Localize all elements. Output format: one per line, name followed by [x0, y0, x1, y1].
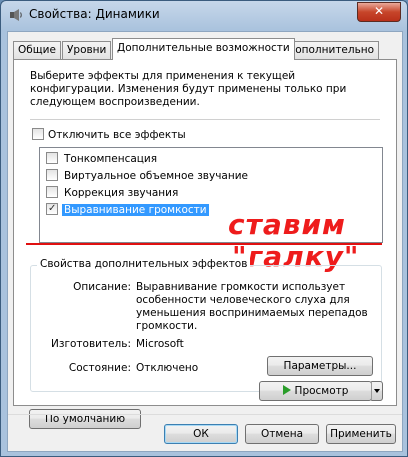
- apply-button[interactable]: Применить: [326, 424, 396, 444]
- dialog-client-area: Общие Уровни Дополнительные возможности …: [7, 31, 403, 452]
- list-item-label: Коррекция звучания: [64, 187, 179, 199]
- effect-item-room-correction[interactable]: Коррекция звучания: [46, 186, 180, 201]
- description-label: Описание:: [73, 281, 131, 293]
- effect-properties-group: Свойства дополнительных эффектов Описани…: [30, 258, 382, 392]
- preview-dropdown-arrow[interactable]: [371, 381, 383, 401]
- group-title: Свойства дополнительных эффектов: [37, 258, 251, 270]
- effect-item-virtual-surround[interactable]: Виртуальное объемное звучание: [46, 169, 250, 184]
- preview-button[interactable]: Просмотр: [259, 381, 372, 401]
- state-label: Состояние:: [68, 362, 131, 374]
- manufacturer-label: Изготовитель:: [51, 338, 131, 350]
- close-button[interactable]: ✕: [357, 2, 401, 22]
- tab-enhancements[interactable]: Дополнительные возможности: [112, 38, 295, 60]
- settings-button[interactable]: Параметры...: [267, 356, 373, 376]
- description-value: Выравнивание громкости использует особен…: [136, 281, 368, 332]
- restore-defaults-button[interactable]: По умолчанию: [29, 409, 141, 429]
- tab-general[interactable]: Общие: [13, 41, 61, 59]
- cancel-button[interactable]: Отмена: [245, 424, 319, 444]
- checkbox-box[interactable]: [32, 128, 44, 140]
- preview-label: Просмотр: [294, 385, 349, 397]
- disable-all-label: Отключить все эффекты: [48, 129, 186, 141]
- checkbox-box[interactable]: [46, 201, 58, 216]
- tab-advanced[interactable]: Дополнительно: [282, 41, 380, 59]
- checkbox-box[interactable]: [46, 152, 58, 164]
- footer-divider: [8, 414, 402, 415]
- list-item-label: Виртуальное объемное звучание: [64, 170, 249, 182]
- tab-levels[interactable]: Уровни: [62, 41, 112, 59]
- list-item-label: Выравнивание громкости: [62, 204, 209, 216]
- enhancements-description: Выберите эффекты для применения к текуще…: [30, 70, 347, 108]
- disable-all-effects-checkbox[interactable]: Отключить все эффекты: [32, 128, 186, 141]
- divider: [30, 119, 380, 120]
- checkbox-box[interactable]: [46, 186, 58, 198]
- annotation-text-line1: ставим: [228, 208, 346, 241]
- manufacturer-value: Microsoft: [136, 338, 184, 350]
- ok-button[interactable]: ОК: [164, 424, 238, 444]
- tab-strip: Общие Уровни Дополнительные возможности …: [13, 38, 393, 60]
- list-item-label: Тонкомпенсация: [64, 153, 158, 165]
- window-title: Свойства: Динамики: [29, 7, 160, 21]
- play-icon: [282, 385, 291, 395]
- title-bar[interactable]: Свойства: Динамики ✕: [1, 1, 407, 29]
- speaker-icon: [10, 9, 22, 21]
- enhancements-panel: Выберите эффекты для применения к текуще…: [13, 59, 397, 429]
- properties-window: Свойства: Динамики ✕ Общие Уровни Дополн…: [0, 0, 408, 457]
- effect-item-loudness-equalization[interactable]: Выравнивание громкости: [46, 201, 209, 218]
- effect-item-loudness-compensation[interactable]: Тонкомпенсация: [46, 152, 159, 167]
- checkbox-box[interactable]: [46, 169, 58, 181]
